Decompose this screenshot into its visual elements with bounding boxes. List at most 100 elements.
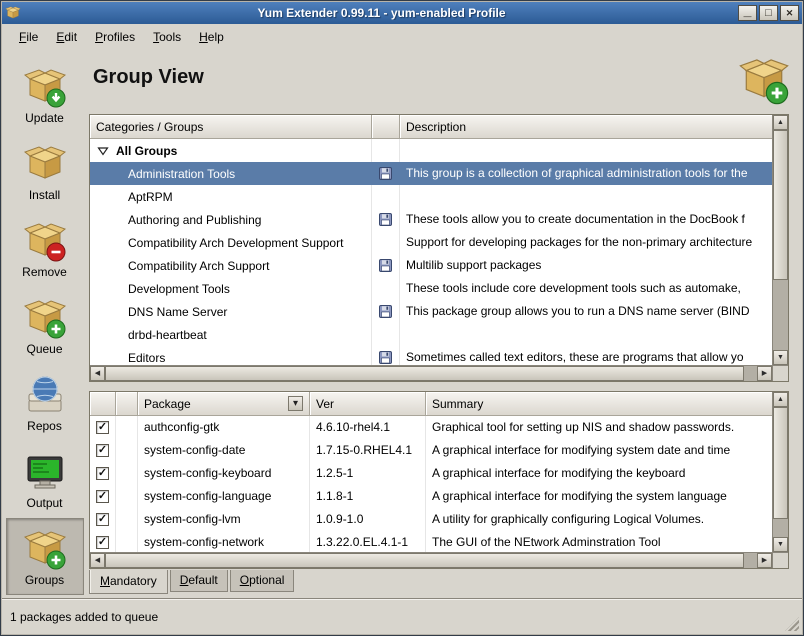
package-row[interactable]: system-config-date 1.7.15-0.RHEL4.1 A gr… [90, 439, 772, 462]
column-header-package-label: Package [144, 397, 191, 411]
scrollbar-thumb[interactable] [105, 366, 744, 381]
group-view-icon [738, 54, 790, 106]
scrollbar-trough[interactable] [105, 553, 757, 568]
menu-item[interactable]: Edit [47, 26, 86, 48]
packages-horizontal-scrollbar[interactable] [90, 552, 772, 568]
column-header-spacer[interactable] [116, 392, 138, 416]
scrollbar-trough[interactable] [773, 130, 788, 350]
package-checkbox[interactable] [96, 444, 109, 457]
scroll-left-icon[interactable] [90, 553, 105, 568]
scroll-right-icon[interactable] [757, 366, 772, 381]
sidebar-item[interactable]: Repos [6, 364, 84, 441]
menu-item[interactable]: Tools [144, 26, 190, 48]
group-row-all-groups[interactable]: All Groups [90, 139, 772, 162]
window-icon [5, 5, 21, 21]
sidebar-item[interactable]: Output [6, 441, 84, 518]
statusbar: 1 packages added to queue [2, 598, 802, 634]
scroll-up-icon[interactable] [773, 115, 788, 130]
app-window: Yum Extender 0.99.11 - yum-enabled Profi… [0, 0, 804, 636]
column-header-ver[interactable]: Ver [310, 392, 426, 416]
group-description [400, 185, 772, 208]
scroll-left-icon[interactable] [90, 366, 105, 381]
sidebar-icon [23, 296, 67, 340]
scrollbar-trough[interactable] [773, 407, 788, 537]
scroll-down-icon[interactable] [773, 537, 788, 552]
group-row[interactable]: Authoring and Publishing These tools all… [90, 208, 772, 231]
package-row[interactable]: authconfig-gtk 4.6.10-rhel4.1 Graphical … [90, 416, 772, 439]
package-row[interactable]: system-config-keyboard 1.2.5-1 A graphic… [90, 462, 772, 485]
sidebar-item[interactable]: Update [6, 56, 84, 133]
menu-item[interactable]: File [10, 26, 47, 48]
menu-item[interactable]: Profiles [86, 26, 144, 48]
column-header-icon[interactable] [372, 115, 400, 139]
group-description: These tools include core development too… [400, 277, 772, 300]
package-name: system-config-lvm [138, 508, 310, 531]
group-row[interactable]: Compatibility Arch Support Multilib supp… [90, 254, 772, 277]
scroll-up-icon[interactable] [773, 392, 788, 407]
group-row[interactable]: Administration Tools This group is a col… [90, 162, 772, 185]
minimize-button[interactable] [738, 5, 757, 21]
maximize-button[interactable] [759, 5, 778, 21]
group-row[interactable]: DNS Name Server This package group allow… [90, 300, 772, 323]
group-row[interactable]: AptRPM [90, 185, 772, 208]
column-header-package[interactable]: Package [138, 392, 310, 416]
sidebar-item-label: Update [25, 111, 64, 125]
sidebar-item-label: Repos [27, 419, 62, 433]
column-header-checkbox[interactable] [90, 392, 116, 416]
resize-grip-icon[interactable] [785, 617, 799, 631]
package-version: 1.7.15-0.RHEL4.1 [310, 439, 426, 462]
sidebar-item-label: Queue [26, 342, 62, 356]
sidebar-item[interactable]: Remove [6, 210, 84, 287]
group-row[interactable]: Development Tools These tools include co… [90, 277, 772, 300]
close-button[interactable] [780, 5, 799, 21]
group-row[interactable]: Compatibility Arch Development Support S… [90, 231, 772, 254]
packages-vertical-scrollbar[interactable] [772, 392, 788, 552]
group-name: DNS Name Server [128, 301, 227, 323]
menu-item[interactable]: Help [190, 26, 233, 48]
packages-table: Package Ver Summary authconfig-gtk 4.6.1… [89, 391, 789, 569]
package-row[interactable]: system-config-lvm 1.0.9-1.0 A utility fo… [90, 508, 772, 531]
column-header-summary[interactable]: Summary [426, 392, 772, 416]
tab[interactable]: Optional [230, 570, 295, 592]
scrollbar-trough[interactable] [105, 366, 757, 381]
group-description: This package group allows you to run a D… [400, 300, 772, 323]
package-name: system-config-network [138, 531, 310, 552]
tab[interactable]: Default [170, 570, 228, 592]
package-row[interactable]: system-config-language 1.1.8-1 A graphic… [90, 485, 772, 508]
groups-vertical-scrollbar[interactable] [772, 115, 788, 365]
sidebar-item[interactable]: Queue [6, 287, 84, 364]
package-name: system-config-language [138, 485, 310, 508]
scroll-down-icon[interactable] [773, 350, 788, 365]
package-checkbox[interactable] [96, 536, 109, 549]
sidebar-icon [23, 527, 67, 571]
main-panel: Group View Categories / Groups Descripti… [87, 50, 802, 598]
scrollbar-thumb[interactable] [105, 553, 744, 568]
scrollbar-thumb[interactable] [773, 407, 788, 519]
scrollbar-thumb[interactable] [773, 130, 788, 280]
package-checkbox[interactable] [96, 467, 109, 480]
package-version: 1.1.8-1 [310, 485, 426, 508]
groups-horizontal-scrollbar[interactable] [90, 365, 772, 381]
column-header-categories[interactable]: Categories / Groups [90, 115, 372, 139]
package-summary: A graphical interface for modifying the … [426, 485, 772, 508]
package-row[interactable]: system-config-network 1.3.22.0.EL.4.1-1 … [90, 531, 772, 552]
scroll-right-icon[interactable] [757, 553, 772, 568]
package-checkbox[interactable] [96, 490, 109, 503]
package-checkbox[interactable] [96, 421, 109, 434]
package-version: 1.0.9-1.0 [310, 508, 426, 531]
package-rows: authconfig-gtk 4.6.10-rhel4.1 Graphical … [90, 416, 772, 552]
package-checkbox[interactable] [96, 513, 109, 526]
column-header-description[interactable]: Description [400, 115, 772, 139]
package-summary: The GUI of the NEtwork Adminstration Too… [426, 531, 772, 552]
sort-indicator-icon[interactable] [288, 396, 303, 411]
packages-table-body: authconfig-gtk 4.6.10-rhel4.1 Graphical … [90, 416, 772, 552]
tab[interactable]: Mandatory [89, 570, 168, 594]
package-version: 1.3.22.0.EL.4.1-1 [310, 531, 426, 552]
sidebar-item[interactable]: Install [6, 133, 84, 210]
expander-open-icon[interactable] [97, 145, 109, 157]
titlebar[interactable]: Yum Extender 0.99.11 - yum-enabled Profi… [2, 2, 802, 24]
group-row[interactable]: Editors Sometimes called text editors, t… [90, 346, 772, 365]
group-row[interactable]: drbd-heartbeat [90, 323, 772, 346]
sidebar-item[interactable]: Groups [6, 518, 84, 595]
sidebar-item-label: Install [29, 188, 60, 202]
